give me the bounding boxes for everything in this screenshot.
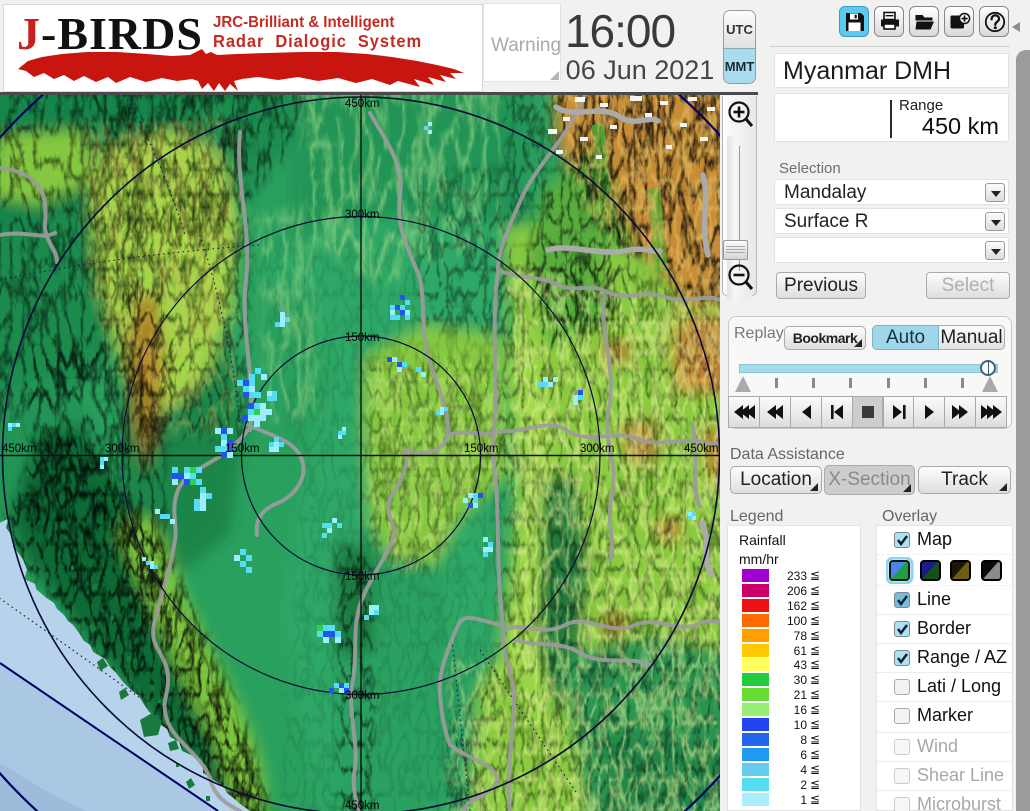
svg-text:450km: 450km — [345, 98, 380, 110]
svg-text:300km: 300km — [105, 443, 140, 455]
svg-text:150km: 150km — [345, 332, 380, 344]
svg-text:150km: 150km — [345, 571, 380, 583]
svg-text:450km: 450km — [345, 800, 380, 811]
svg-text:150km: 150km — [225, 443, 260, 455]
svg-text:450km: 450km — [684, 443, 719, 455]
svg-text:150km: 150km — [464, 443, 499, 455]
svg-text:300km: 300km — [580, 443, 615, 455]
svg-text:450km: 450km — [2, 443, 37, 455]
svg-text:300km: 300km — [345, 690, 380, 702]
svg-text:300km: 300km — [345, 209, 380, 221]
